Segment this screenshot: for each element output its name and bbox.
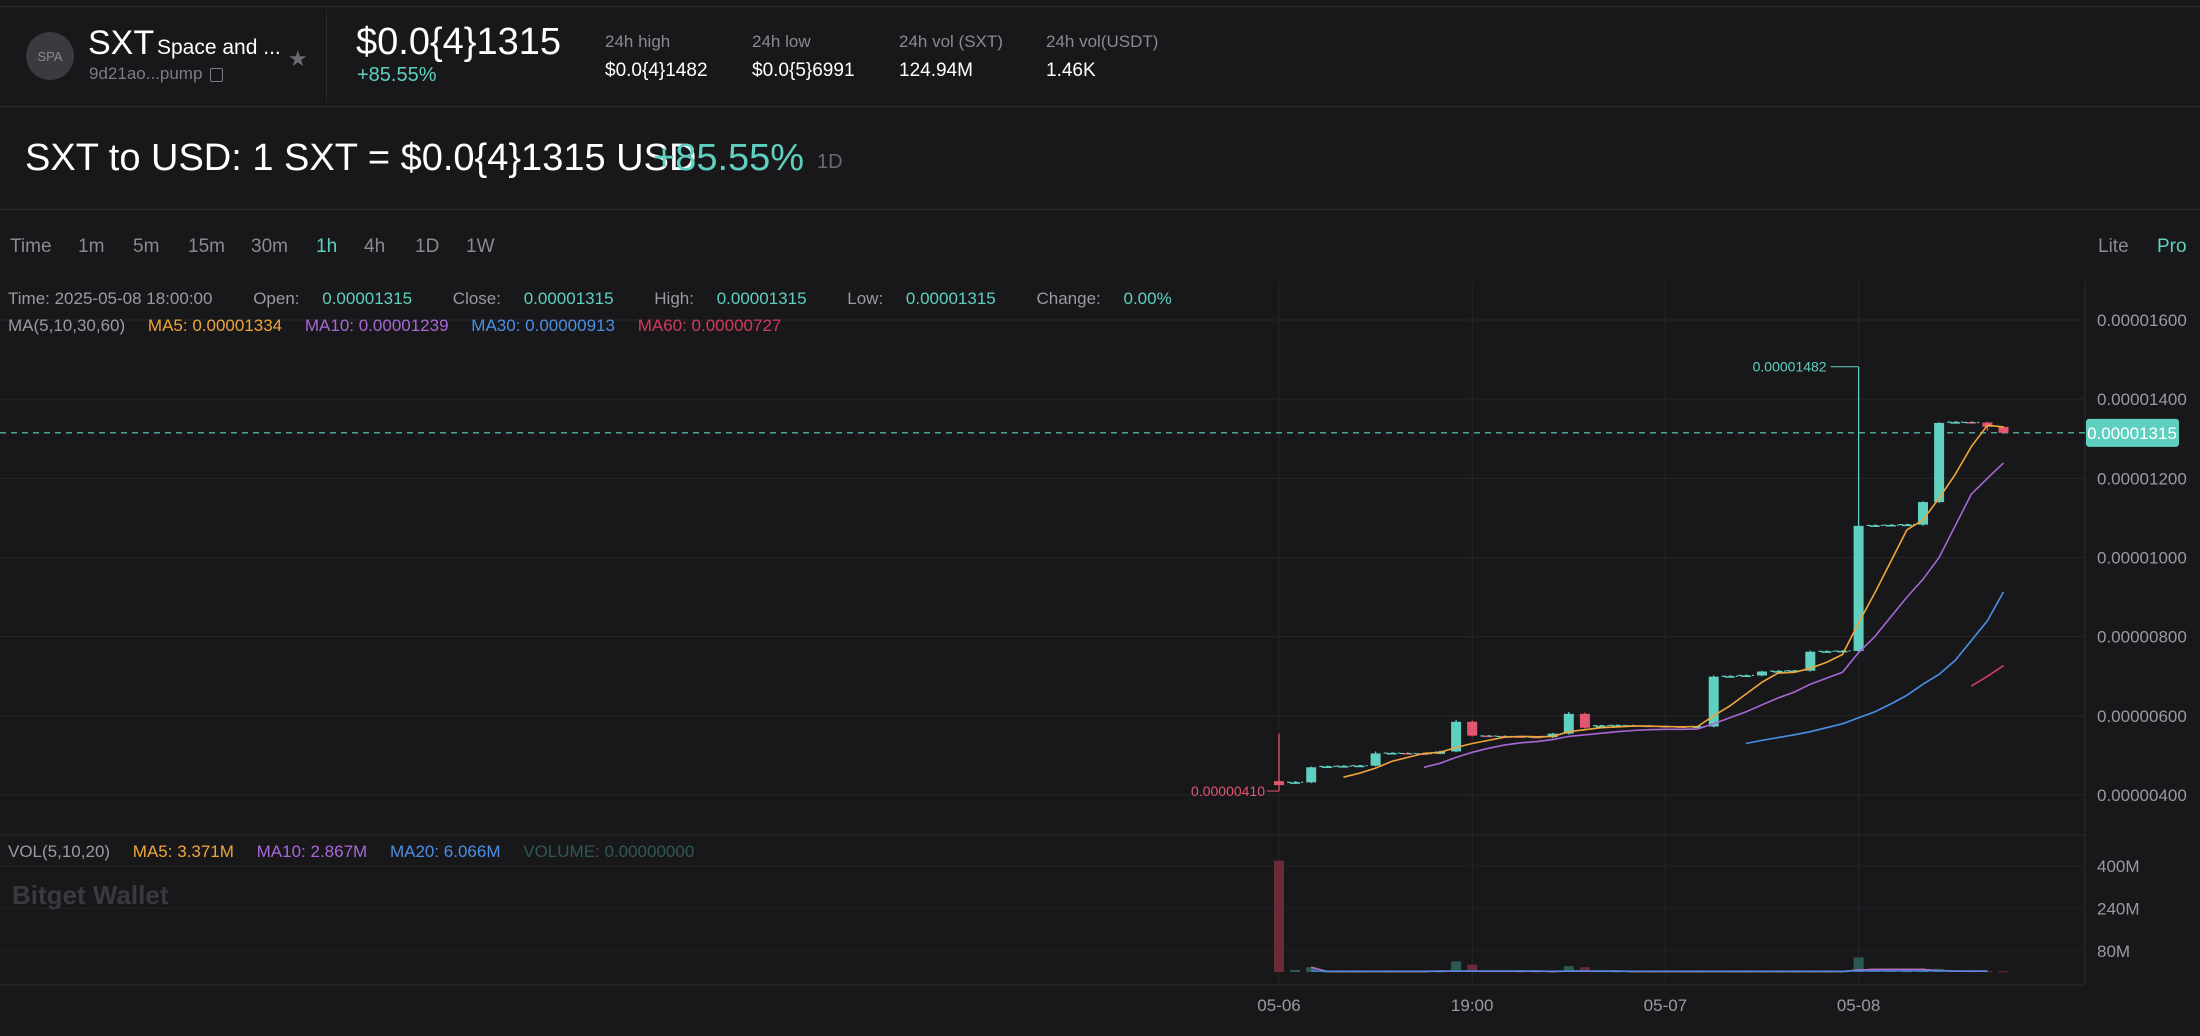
ma10-value: MA10: 0.00001239	[304, 316, 449, 335]
ma30-value: MA30: 0.00000913	[471, 316, 615, 335]
ma-info: MA(5,10,30,60) MA5: 0.00001334 MA10: 0.0…	[8, 316, 799, 336]
candle-body	[1467, 721, 1478, 736]
ma5-value: MA5: 0.00001334	[147, 316, 283, 335]
x-tick-label: 05-07	[1644, 996, 1687, 1015]
ma60-line	[1970, 664, 2004, 687]
vol-tick-label: 400M	[2097, 857, 2140, 876]
volume-bar	[1290, 969, 1301, 972]
candle-body	[1306, 767, 1317, 783]
candle-body	[1579, 713, 1590, 728]
info-high: 0.00001315	[716, 289, 807, 308]
y-tick-label: 0.00001400	[2097, 390, 2187, 409]
vol-tick-label: 80M	[2097, 942, 2130, 961]
candlestick-chart[interactable]: 0.00001600 0.00001400 0.00001200 0.00001000…	[0, 0, 2200, 1036]
high-marker-label: 0.00001482	[1753, 359, 1827, 375]
ohlc-info: Time: 2025-05-08 18:00:00 Open: 0.000013…	[8, 289, 1208, 309]
low-marker-label: 0.00000410	[1191, 783, 1265, 799]
y-tick-label: 0.00000800	[2097, 628, 2187, 647]
info-change: 0.00%	[1123, 289, 1172, 308]
x-tick-label: 19:00	[1451, 996, 1494, 1015]
vol-label: VOL(5,10,20)	[8, 842, 111, 861]
vol-tick-label: 240M	[2097, 899, 2140, 918]
last-price-label: 0.00001315	[2087, 424, 2177, 443]
info-low: 0.00001315	[905, 289, 996, 308]
y-tick-label: 0.00000400	[2097, 786, 2187, 805]
info-time: Time: 2025-05-08 18:00:00	[8, 289, 213, 308]
vol-info: VOL(5,10,20) MA5: 3.371M MA10: 2.867M MA…	[8, 842, 712, 862]
info-close: 0.00001315	[523, 289, 614, 308]
info-open: 0.00001315	[322, 289, 413, 308]
info-close-label: Close:	[452, 289, 501, 308]
candle-body	[1998, 426, 2009, 433]
ma-label: MA(5,10,30,60)	[8, 316, 126, 335]
y-tick-label: 0.00001200	[2097, 469, 2187, 488]
info-high-label: High:	[654, 289, 694, 308]
y-tick-label: 0.00001000	[2097, 549, 2187, 568]
x-tick-label: 05-08	[1837, 996, 1880, 1015]
y-tick-label: 0.00001600	[2097, 311, 2187, 330]
info-change-label: Change:	[1036, 289, 1101, 308]
bitget-wallet-watermark: Bitget Wallet	[12, 880, 169, 910]
candle-body	[1853, 525, 1864, 651]
candle-body	[1370, 753, 1381, 766]
info-open-label: Open:	[253, 289, 300, 308]
ma30-line	[1745, 591, 2005, 745]
vol-ma20: MA20: 6.066M	[389, 842, 501, 861]
vol-volume: VOLUME: 0.00000000	[523, 842, 695, 861]
volume-bar	[1274, 860, 1284, 972]
candle-body	[1757, 671, 1767, 676]
x-tick-label: 05-06	[1257, 996, 1300, 1015]
vol-ma10: MA10: 2.867M	[256, 842, 368, 861]
candle-body	[1934, 422, 1945, 503]
volume-bar	[1998, 971, 2009, 973]
info-low-label: Low:	[847, 289, 884, 308]
vol-ma5: MA5: 3.371M	[132, 842, 234, 861]
y-tick-label: 0.00000600	[2097, 707, 2187, 726]
ma60-value: MA60: 0.00000727	[637, 316, 782, 335]
candle-body	[1274, 781, 1284, 786]
